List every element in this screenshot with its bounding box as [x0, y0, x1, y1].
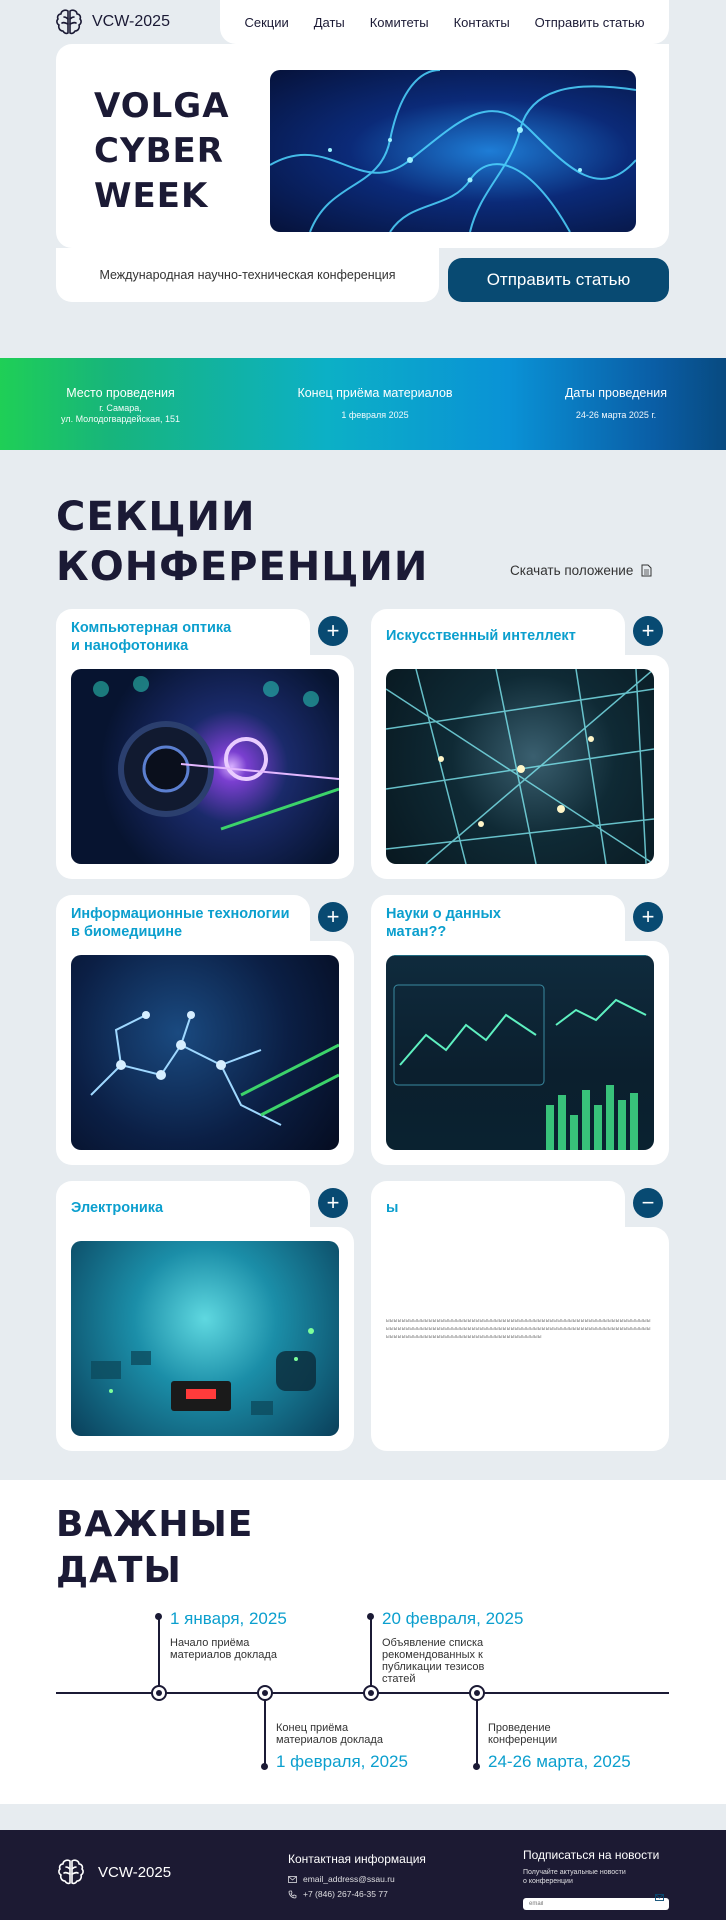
subscribe-title: Подписаться на новости — [523, 1848, 660, 1862]
main-nav: Секции Даты Комитеты Контакты Отправить … — [220, 0, 669, 44]
timeline-node — [257, 1685, 273, 1701]
expand-button[interactable]: + — [318, 1188, 348, 1218]
section-card-title: Электроника — [71, 1200, 164, 1216]
contact-title: Контактная информация — [288, 1852, 426, 1866]
timeline-desc: Начало приёма материалов доклада — [170, 1637, 277, 1661]
subscribe-text: Получайте актуальные новости о конференц… — [523, 1869, 626, 1885]
section-card-expanded[interactable]: ы − ыыыыыыыыыыыыыыыыыыыыыыыыыыыыыыыыыыыы… — [371, 1181, 669, 1451]
sections-title: СЕКЦИИ КОНФЕРЕНЦИИ — [56, 494, 429, 590]
footer-contacts: Контактная информация email_address@ssau… — [288, 1852, 426, 1904]
hero-image — [270, 70, 636, 232]
timeline-node — [363, 1685, 379, 1701]
nav-committees[interactable]: Комитеты — [370, 15, 429, 30]
hero-subtitle: Международная научно-техническая конфере… — [99, 268, 396, 282]
newsletter: Подписаться на новости Получайте актуаль… — [523, 1848, 669, 1910]
dates-title: ВАЖНЫЕ ДАТЫ — [56, 1504, 254, 1591]
hero-card: VOLGA CYBER WEEK — [56, 44, 669, 248]
info-band: Место проведения г. Самара, ул. Молодогв… — [0, 358, 726, 450]
timeline-desc: Объявление списка рекомендованных к публ… — [382, 1637, 485, 1685]
timeline-date: 1 января, 2025 — [170, 1609, 287, 1628]
subscribe-email-input[interactable] — [523, 1898, 669, 1910]
brain-icon — [58, 1859, 84, 1885]
venue-value: г. Самара, ул. Молодогвардейская, 151 — [61, 403, 180, 424]
footer-logo-text: VCW-2025 — [98, 1863, 172, 1881]
deadline-info: Конец приёма материалов 1 февраля 2025 — [290, 386, 460, 421]
section-image — [386, 955, 654, 1150]
phone-row[interactable]: +7 (846) 267-46-35 77 — [288, 1889, 426, 1899]
document-icon — [641, 564, 652, 577]
send-icon[interactable] — [655, 1894, 664, 1901]
section-card-optics[interactable]: Компьютерная оптика и нанофотоника + — [56, 609, 354, 879]
deadline-value: 1 февраля 2025 — [341, 410, 409, 420]
section-card-title: Науки о данных матан?? — [386, 906, 501, 940]
hero-subtitle-box: Международная научно-техническая конфере… — [56, 248, 439, 302]
section-card-ai[interactable]: Искусственный интеллект + — [371, 609, 669, 879]
download-label: Скачать положение — [510, 563, 634, 578]
brain-icon — [56, 9, 82, 35]
section-card-electronics[interactable]: Электроника + — [56, 1181, 354, 1451]
expand-button[interactable]: + — [633, 616, 663, 646]
timeline-node — [469, 1685, 485, 1701]
expand-button[interactable]: + — [633, 902, 663, 932]
dates-info: Даты проведения 24-26 марта 2025 г. — [556, 386, 676, 421]
download-regulations-link[interactable]: Скачать положение — [510, 563, 652, 578]
timeline-desc: Конец приёма материалов доклада — [276, 1722, 383, 1746]
hero-title: VOLGA CYBER WEEK — [94, 86, 230, 216]
timeline-date: 1 февраля, 2025 — [276, 1752, 408, 1771]
nav-submit-paper[interactable]: Отправить статью — [535, 15, 645, 30]
section-card-title: Информационные технологии в биомедицине — [71, 906, 290, 940]
section-card-title: Компьютерная оптика и нанофотоника — [71, 620, 232, 654]
email-row[interactable]: email_address@ssau.ru — [288, 1874, 426, 1884]
contact-email: email_address@ssau.ru — [303, 1874, 395, 1884]
contact-phone: +7 (846) 267-46-35 77 — [303, 1889, 388, 1899]
collapse-button[interactable]: − — [633, 1188, 663, 1218]
expand-button[interactable]: + — [318, 616, 348, 646]
section-image — [71, 1241, 339, 1436]
dates-label: Даты проведения — [564, 386, 668, 400]
section-description: ыыыыыыыыыыыыыыыыыыыыыыыыыыыыыыыыыыыыыыыы… — [386, 1318, 651, 1340]
expand-button[interactable]: + — [318, 902, 348, 932]
footer: VCW-2025 Контактная информация email_add… — [0, 1830, 726, 1920]
timeline-desc: Проведение конференции — [488, 1722, 558, 1746]
deadline-label: Конец приёма материалов — [297, 386, 453, 400]
section-image — [386, 669, 654, 864]
section-card-data-science[interactable]: Науки о данных матан?? + — [371, 895, 669, 1165]
venue-label: Место проведения — [66, 386, 175, 400]
nav-sections[interactable]: Секции — [244, 15, 288, 30]
section-image — [71, 669, 339, 864]
phone-icon — [288, 1890, 297, 1898]
section-image — [71, 955, 339, 1150]
logo[interactable]: VCW-2025 — [56, 0, 226, 44]
venue-info: Место проведения г. Самара, ул. Молодогв… — [58, 386, 183, 425]
submit-paper-button[interactable]: Отправить статью — [448, 258, 669, 302]
dates-value: 24-26 марта 2025 г. — [575, 410, 657, 420]
section-card-biomed[interactable]: Информационные технологии в биомедицине … — [56, 895, 354, 1165]
mail-icon — [288, 1875, 297, 1883]
section-card-title: ы — [386, 1200, 399, 1216]
nav-dates[interactable]: Даты — [314, 15, 345, 30]
nav-contacts[interactable]: Контакты — [454, 15, 510, 30]
timeline-date: 24-26 марта, 2025 — [488, 1752, 631, 1771]
logo-text: VCW-2025 — [92, 13, 170, 30]
section-card-title: Искусственный интеллект — [386, 628, 576, 644]
timeline-node — [151, 1685, 167, 1701]
footer-logo[interactable]: VCW-2025 — [58, 1858, 171, 1886]
timeline-date: 20 февраля, 2025 — [382, 1609, 524, 1628]
